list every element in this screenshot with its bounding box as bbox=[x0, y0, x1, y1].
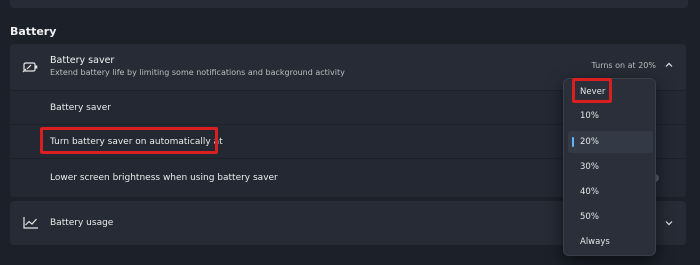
option-10[interactable]: 10% bbox=[568, 105, 653, 127]
section-title: Battery bbox=[10, 25, 57, 38]
chart-icon bbox=[23, 217, 38, 229]
option-30[interactable]: 30% bbox=[568, 156, 653, 178]
threshold-dropdown[interactable]: Never 10% 20% 30% 40% 50% Always bbox=[563, 78, 656, 256]
highlight-never bbox=[572, 78, 612, 103]
option-40[interactable]: 40% bbox=[568, 181, 653, 203]
chevron-down-icon[interactable] bbox=[664, 218, 674, 228]
battery-usage-label: Battery usage bbox=[50, 218, 114, 228]
previous-card bbox=[10, 0, 688, 8]
battery-saver-row-label: Battery saver bbox=[50, 102, 111, 113]
brightness-label: Lower screen brightness when using batte… bbox=[50, 173, 278, 183]
battery-saver-status: Turns on at 20% bbox=[591, 61, 656, 70]
option-50[interactable]: 50% bbox=[568, 206, 653, 228]
battery-saver-icon bbox=[22, 62, 38, 73]
selection-indicator bbox=[572, 137, 574, 147]
chevron-up-icon[interactable] bbox=[664, 60, 674, 70]
highlight-auto-on bbox=[40, 127, 218, 154]
battery-saver-subtitle: Extend battery life by limiting some not… bbox=[50, 68, 345, 77]
battery-saver-title: Battery saver bbox=[50, 55, 115, 66]
option-20-selected[interactable]: 20% bbox=[568, 131, 653, 153]
option-20-label: 20% bbox=[580, 137, 599, 147]
option-always[interactable]: Always bbox=[568, 231, 653, 253]
